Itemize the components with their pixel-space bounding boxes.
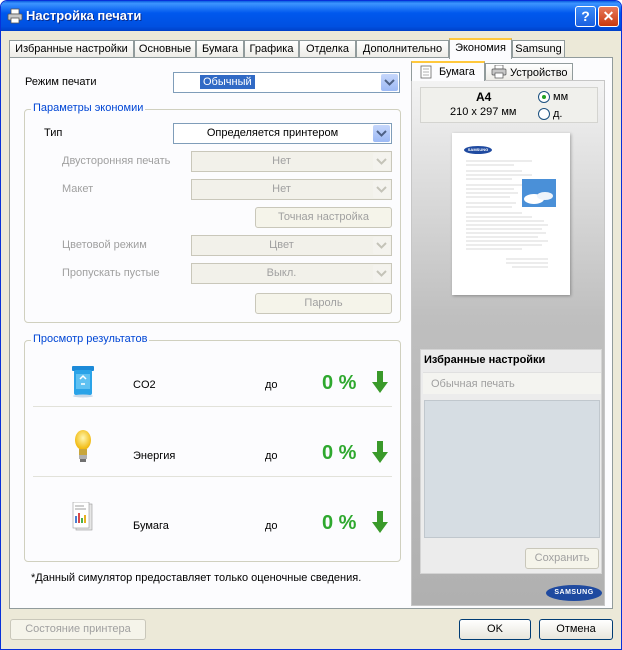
paper-size-dims: 210 x 297 мм — [450, 106, 517, 118]
co2-percent: 0 % — [322, 372, 357, 394]
chevron-down-icon — [373, 153, 390, 170]
cancel-button[interactable]: Отмена — [539, 619, 613, 640]
print-mode-label: Режим печати — [25, 76, 97, 88]
favorites-name-input[interactable]: Обычная печать — [423, 372, 601, 394]
password-button[interactable]: Пароль — [255, 293, 392, 314]
duplex-label: Двусторонняя печать — [62, 155, 171, 167]
print-settings-window: Настройка печати ? ✕ Избранные настройки… — [0, 0, 622, 650]
results-title: Просмотр результатов — [31, 333, 150, 345]
economy-params-title: Параметры экономии — [31, 102, 146, 114]
tab-graphics[interactable]: Графика — [244, 40, 299, 58]
tab-basic[interactable]: Основные — [134, 40, 196, 58]
printer-icon — [7, 8, 23, 24]
tab-advanced[interactable]: Дополнительно — [356, 40, 449, 58]
preview-tab-paper[interactable]: Бумага — [411, 61, 485, 81]
type-label: Тип — [44, 127, 63, 139]
paper-to-label: до — [265, 520, 278, 532]
arrow-down-icon — [372, 511, 388, 533]
paper-size-name: A4 — [476, 90, 492, 104]
color-mode-select[interactable]: Цвет — [191, 235, 392, 256]
favorites-panel: Избранные настройки Обычная печать Сохра… — [420, 349, 602, 574]
type-select[interactable]: Определяется принтером — [173, 123, 392, 144]
arrow-down-icon — [372, 371, 388, 393]
chevron-down-icon[interactable] — [381, 74, 398, 91]
preview-tab-paper-label: Бумага — [439, 66, 475, 78]
layout-select[interactable]: Нет — [191, 179, 392, 200]
favorites-placeholder: Обычная печать — [431, 378, 515, 390]
unit-mm-radio[interactable] — [538, 91, 550, 103]
paper-report-icon — [72, 502, 93, 531]
help-button[interactable]: ? — [575, 6, 596, 27]
ok-button[interactable]: OK — [459, 619, 531, 640]
unit-mm-label: мм — [553, 91, 569, 103]
paper-percent: 0 % — [322, 512, 357, 534]
color-mode-label: Цветовой режим — [62, 239, 147, 251]
tab-samsung[interactable]: Samsung — [512, 40, 565, 58]
results-group: Просмотр результатов CO2 до 0 % Энергия … — [24, 333, 401, 562]
co2-label: CO2 — [133, 379, 156, 391]
economy-params-group: Параметры экономии Тип Определяется прин… — [24, 102, 401, 323]
tab-economy[interactable]: Экономия — [449, 38, 512, 59]
paper-size-box: A4 210 x 297 мм мм д. — [420, 87, 598, 123]
unit-inch-radio[interactable] — [538, 108, 550, 120]
chevron-down-icon — [373, 237, 390, 254]
skip-blank-value: Выкл. — [266, 267, 297, 279]
disclaimer-text: *Данный симулятор предоставляет только о… — [31, 572, 362, 584]
tab-paper[interactable]: Бумага — [196, 40, 244, 58]
window-title: Настройка печати — [26, 8, 142, 23]
unit-inch-label: д. — [553, 108, 563, 120]
preview-panel: A4 210 x 297 мм мм д. SAMSUNG Избранные … — [411, 80, 605, 606]
print-mode-value: Обычный — [200, 75, 255, 89]
energy-to-label: до — [265, 450, 278, 462]
row-divider — [33, 406, 392, 407]
page-icon — [420, 65, 432, 79]
samsung-logo: SAMSUNG — [546, 585, 602, 601]
printer-icon — [491, 65, 507, 79]
lightbulb-icon — [75, 430, 91, 462]
title-bar: Настройка печати ? ✕ — [1, 1, 621, 31]
printer-status-button[interactable]: Состояние принтера — [10, 619, 146, 640]
skip-blank-label: Пропускать пустые — [62, 267, 160, 279]
tab-finishing[interactable]: Отделка — [299, 40, 356, 58]
tab-favorites[interactable]: Избранные настройки — [9, 40, 134, 58]
co2-to-label: до — [265, 379, 278, 391]
save-button[interactable]: Сохранить — [525, 548, 599, 569]
recycle-bin-icon — [72, 366, 94, 398]
close-button[interactable]: ✕ — [598, 6, 619, 27]
row-divider — [33, 476, 392, 477]
chevron-down-icon[interactable] — [373, 125, 390, 142]
color-mode-value: Цвет — [269, 239, 294, 251]
duplex-select[interactable]: Нет — [191, 151, 392, 172]
energy-label: Энергия — [133, 450, 176, 462]
energy-percent: 0 % — [322, 442, 357, 464]
skip-blank-select[interactable]: Выкл. — [191, 263, 392, 284]
favorites-title: Избранные настройки — [424, 354, 546, 366]
print-mode-select[interactable]: Обычный — [173, 72, 400, 93]
chevron-down-icon — [373, 181, 390, 198]
chevron-down-icon — [373, 265, 390, 282]
type-value: Определяется принтером — [206, 127, 339, 139]
paper-label: Бумага — [133, 520, 169, 532]
arrow-down-icon — [372, 441, 388, 463]
duplex-value: Нет — [272, 155, 291, 167]
preview-tab-device[interactable]: Устройство — [485, 63, 573, 81]
favorites-list[interactable] — [424, 400, 600, 538]
preview-content-lines — [466, 160, 556, 268]
layout-value: Нет — [272, 183, 291, 195]
fine-tune-button[interactable]: Точная настройка — [255, 207, 392, 228]
page-preview: SAMSUNG — [452, 133, 570, 295]
layout-label: Макет — [62, 183, 94, 195]
